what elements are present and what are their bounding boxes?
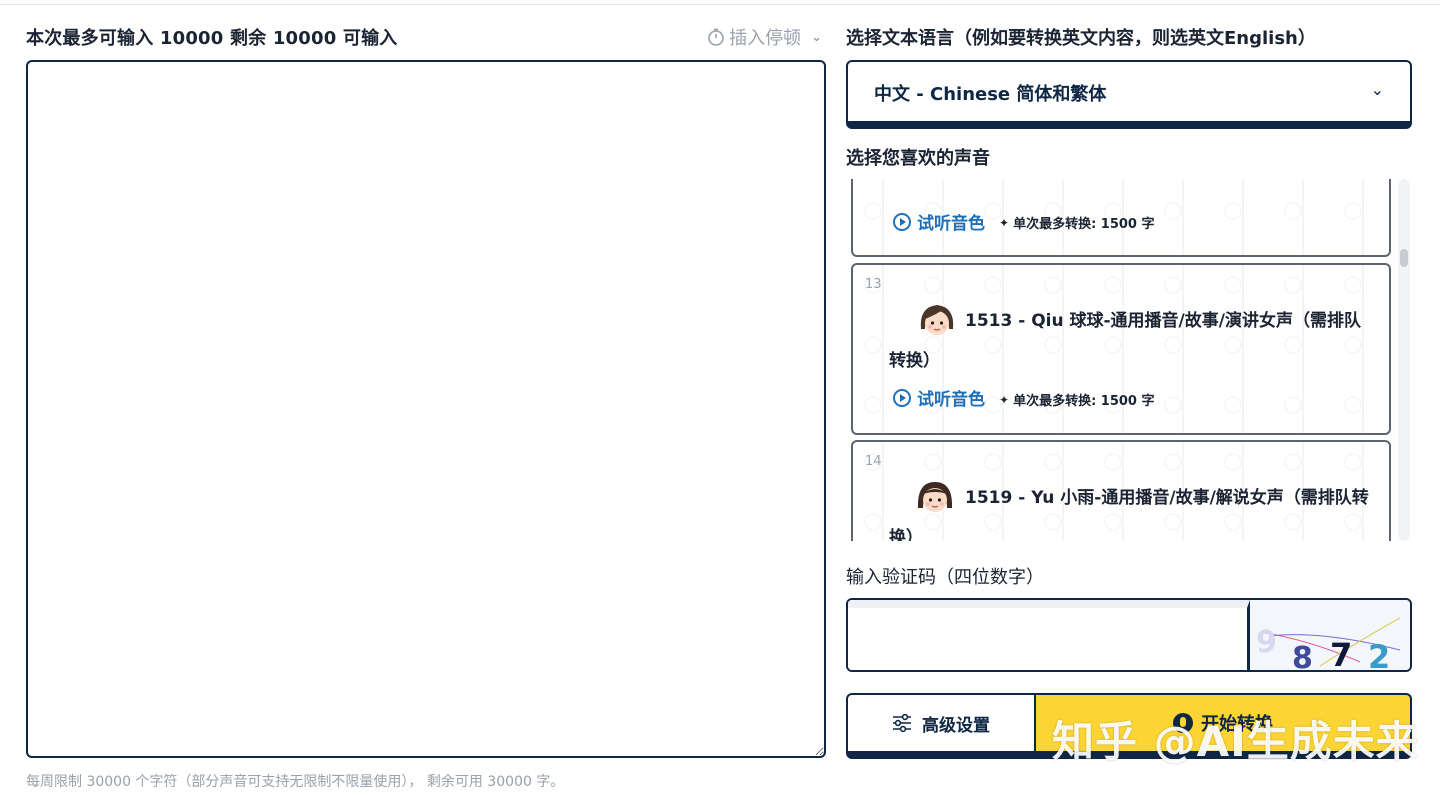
max-conversion-label: 单次最多转换: 1500 字	[1013, 217, 1155, 232]
advanced-settings-button[interactable]: 高级设置	[846, 693, 1036, 759]
play-icon	[893, 212, 911, 231]
timer-icon	[708, 28, 724, 46]
captcha-input[interactable]	[848, 600, 1250, 670]
voice-label: 选择您喜欢的声音	[846, 148, 990, 169]
start-conversion-label: 开始转换	[1201, 714, 1273, 735]
insert-pause-label: 插入停顿	[729, 28, 802, 49]
language-selected-value: 中文 - Chinese 简体和繁体	[874, 84, 1107, 105]
captcha-label: 输入验证码（四位数字）	[846, 567, 1044, 588]
max-conversion-info: ✦ 单次最多转换: 1500 字	[999, 213, 1155, 233]
max-conversion-label: 单次最多转换: 1500 字	[1013, 394, 1155, 409]
sliders-icon	[893, 714, 911, 732]
voice-index: 14	[865, 454, 882, 469]
voice-card[interactable]: 13 1513 - Qiu 球球-通用播音/故事/演讲女声（需排队转换） 试听音…	[851, 263, 1391, 435]
captcha-digit: 2	[1368, 638, 1390, 670]
captcha-digit: 8	[1292, 641, 1313, 670]
voice-list[interactable]: 试听音色 ✦ 单次最多转换: 1500 字 13 1513 - Qiu 球球-通…	[846, 179, 1412, 541]
audition-label: 试听音色	[917, 390, 985, 410]
audition-label: 试听音色	[917, 214, 985, 234]
audition-button[interactable]: 试听音色	[893, 209, 985, 234]
scrollbar-thumb[interactable]	[1400, 249, 1408, 267]
captcha-group: 9 8 7 2	[846, 598, 1412, 672]
chevron-down-icon: ⌄	[811, 29, 822, 45]
input-header: 本次最多可输入 10000 剩余 10000 可输入 插入停顿 ⌄	[26, 24, 826, 50]
audition-button[interactable]: 试听音色	[893, 385, 985, 410]
advanced-settings-label: 高级设置	[922, 715, 990, 736]
input-limit-title: 本次最多可输入 10000 剩余 10000 可输入	[26, 28, 398, 49]
voice-name: 1519 - Yu 小雨-通用播音/故事/解说女声（需排队转换）	[889, 488, 1369, 541]
top-divider	[0, 0, 1440, 5]
sparkle-icon: ✦	[999, 215, 1010, 230]
captcha-graphic: 9 8 7 2	[1256, 617, 1401, 670]
language-label: 选择文本语言（例如要转换英文内容，则选英文English）	[846, 28, 1316, 49]
action-buttons: 高级设置 开始转换	[846, 693, 1412, 759]
start-conversion-button[interactable]: 开始转换	[1034, 693, 1412, 759]
captcha-image[interactable]: 9 8 7 2	[1250, 600, 1410, 670]
voice-list-scrollbar[interactable]	[1398, 179, 1410, 541]
voice-card[interactable]: 试听音色 ✦ 单次最多转换: 1500 字	[851, 179, 1391, 257]
insert-pause-dropdown[interactable]: 插入停顿 ⌄	[707, 24, 822, 50]
max-conversion-info: ✦ 单次最多转换: 1500 字	[999, 390, 1155, 410]
chevron-down-icon: ⌄	[1370, 80, 1384, 99]
weekly-limit-note: 每周限制 30000 个字符（部分声音可支持无限制不限量使用）， 剩余可用 30…	[26, 774, 565, 790]
sparkle-icon: ✦	[999, 392, 1010, 407]
voice-card[interactable]: 14 1519 - Yu 小雨-通用播音/故事/解说女声（需排队转换）	[851, 440, 1391, 541]
play-icon	[893, 388, 911, 407]
captcha-digit: 7	[1330, 636, 1352, 670]
voice-name: 1513 - Qiu 球球-通用播音/故事/演讲女声（需排队转换）	[889, 311, 1361, 371]
avatar-icon	[915, 179, 959, 185]
text-input[interactable]	[26, 60, 826, 758]
language-select[interactable]: 中文 - Chinese 简体和繁体 ⌄	[846, 60, 1412, 129]
voice-index: 13	[865, 277, 882, 292]
captcha-digit: 9	[1256, 625, 1277, 660]
microphone-icon	[1173, 713, 1193, 733]
